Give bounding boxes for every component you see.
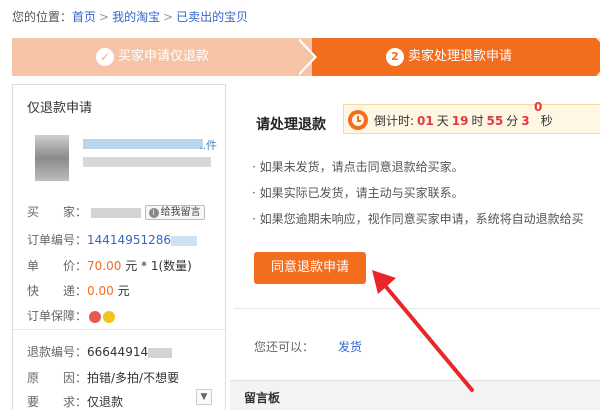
instruction-shipped: · 如果实际已发货，请主动与买家联系。 [252,186,464,200]
ship-link[interactable]: 发货 [338,338,362,355]
refund-request-value: 仅退款 [87,395,124,409]
annotation-arrow-icon [372,270,474,392]
breadcrumb-home[interactable]: 首页 [72,10,96,24]
shipping-fee-row: 快 递：0.00 元 [27,282,130,299]
buyer-row: 买 家： i 给我留言 [27,203,205,220]
process-refund-title: 请处理退款 [256,117,326,133]
unit-price-row: 单 价：70.00 元 * 1(数量) [27,257,192,274]
instruction-not-shipped: · 如果未发货，请点击同意退款给买家。 [252,160,464,174]
order-number-label: 订单编号： [27,233,88,247]
step-2-current: 2 卖家处理退款申请 [296,38,596,76]
panel-divider [13,329,227,330]
unit-price-value: 70.00 [87,259,122,273]
leave-message-button[interactable]: i 给我留言 [144,205,205,220]
countdown-text: 倒计时: 01 天 19 时 55 分 3 秒 [374,112,553,129]
countdown-hours-unit: 时 [471,114,484,128]
countdown-seconds: 3 [521,114,530,128]
breadcrumb: 您的位置：首页 > 我的淘宝 > 已卖出的宝贝 [12,8,248,25]
step-1-done: ✓ 买家申请仅退款 [12,38,312,76]
order-panel-title: 仅退款申请 [27,101,93,116]
guarantee-badge-icon[interactable] [103,310,116,323]
clock-icon [348,110,368,130]
countdown-minutes-unit: 分 [506,114,519,128]
shipping-fee-value: 0.00 [87,284,114,298]
refund-request-row: 要 求：仅退款 [27,393,123,410]
breadcrumb-sold-items[interactable]: 已卖出的宝贝 [176,10,248,24]
unit-price-label: 单 价： [27,259,88,273]
order-number-redacted [171,235,197,246]
agree-refund-button[interactable]: 同意退款申请 [254,252,366,284]
step-2-label: 卖家处理退款申请 [408,49,513,64]
breadcrumb-separator: > [163,10,174,24]
countdown-minutes: 55 [486,114,504,128]
shipping-fee-unit: 元 [117,284,130,298]
countdown-label: 倒计时: [374,114,415,128]
countdown-days-unit: 天 [436,114,449,128]
shipping-fee-label: 快 递： [27,284,88,298]
countdown-days: 01 [417,114,434,128]
step-1-chevron [296,38,314,76]
refund-number-value: 66644914 [87,345,149,359]
instruction-overdue-text: 如果您逾期未响应，视作同意买家申请，系统将自动退款给买 [259,212,584,226]
breadcrumb-prefix: 您的位置： [12,10,73,24]
product-thumbnail[interactable] [35,135,69,181]
order-info-panel: 仅退款申请 ..件 买 家： i 给我留言 订单编号：14414951286 单 … [12,84,227,410]
refund-number-label: 退款编号： [27,345,88,359]
product-spec-redacted [83,157,211,167]
check-icon: ✓ [96,48,114,66]
countdown-hours: 19 [451,114,469,128]
breadcrumb-my-taobao[interactable]: 我的淘宝 [112,10,160,24]
leave-message-label: 给我留言 [160,207,201,218]
scroll-down-icon[interactable]: ▼ [196,389,212,405]
buyer-name-redacted [90,207,141,218]
message-icon: i [148,208,159,218]
refund-reason-label: 原 因： [27,371,88,385]
instruction-shipped-text: 如果实际已发货，请主动与买家联系。 [259,186,464,200]
refund-number-row: 退款编号：66644914 [27,343,173,360]
refund-request-label: 要 求： [27,395,88,409]
product-title-redacted[interactable] [83,139,203,149]
step-2-chevron [596,38,600,76]
countdown-box: 倒计时: 01 天 19 时 55 分 3 秒 [343,104,600,134]
order-guarantee-row: 订单保障： [27,307,116,324]
step-1-label: 买家申请仅退款 [118,49,210,64]
order-guarantee-label: 订单保障： [27,309,88,323]
you-can-label: 您还可以： [254,340,315,354]
buyer-label: 买 家： [27,205,88,219]
message-board-title: 留言板 [244,391,281,405]
instruction-not-shipped-text: 如果未发货，请点击同意退款给买家。 [259,160,464,174]
refund-reason-row: 原 因：拍错/多拍/不想要 [27,369,179,386]
instruction-overdue: · 如果您逾期未响应，视作同意买家申请，系统将自动退款给买 [252,212,584,226]
refund-reason-value: 拍错/多拍/不想要 [87,371,180,385]
order-number-link[interactable]: 14414951286 [87,233,171,247]
breadcrumb-separator: > [99,10,110,24]
guarantee-seven-day-icon[interactable] [89,310,102,323]
product-title-suffix[interactable]: ..件 [199,137,217,153]
unit-price-unit: 元 * 1(数量) [125,259,192,273]
countdown-seconds-unit: 秒 [540,114,553,128]
countdown-seconds-superscript: 0 [534,100,543,114]
step-number-badge: 2 [386,48,404,66]
order-number-row: 订单编号：14414951286 [27,231,197,248]
refund-number-redacted [148,347,173,358]
step-progress-bar: 2 卖家处理退款申请 ✓ 买家申请仅退款 [12,38,600,76]
